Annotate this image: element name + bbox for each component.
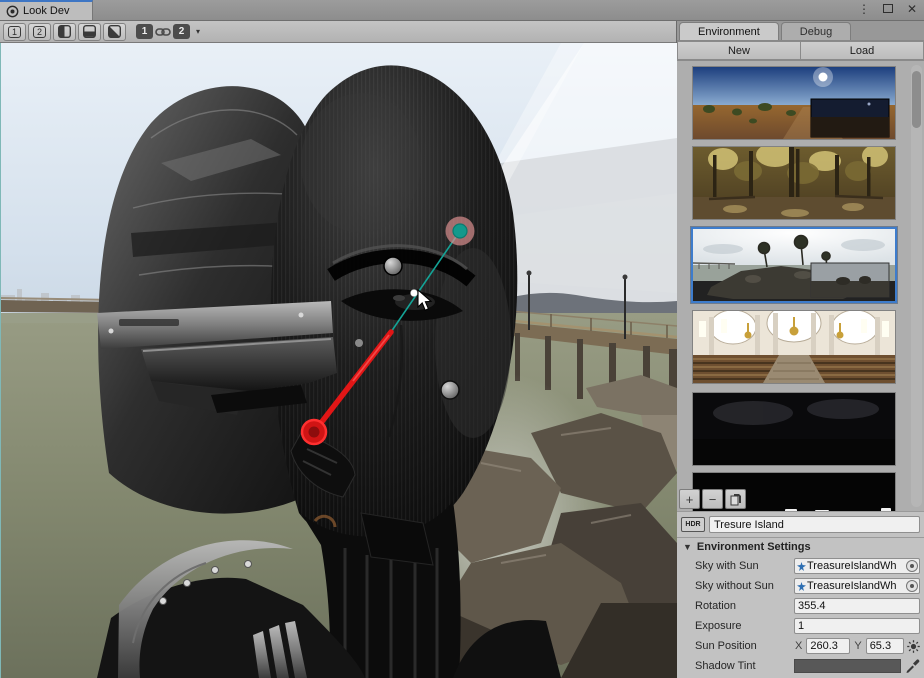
foldout-triangle-icon: ▼ [683,542,692,552]
new-button[interactable]: New [677,41,801,60]
lookdev-window-tab[interactable]: Look Dev [0,0,93,20]
split-horizontal-button[interactable] [78,23,101,41]
hdri-thumbnail-night[interactable] [693,393,895,465]
sky-with-sun-label: Sky with Sun [695,560,794,572]
gizmo-sun-handle[interactable] [446,217,475,246]
shadow-tint-label: Shadow Tint [695,660,794,672]
load-button[interactable]: Load [801,41,924,60]
window-maximize-icon[interactable] [880,2,896,16]
render-scene [1,43,677,678]
sun-icon [907,640,920,653]
window-close-icon[interactable]: ✕ [904,2,920,16]
camera-2-badge[interactable]: 2 [173,24,190,39]
sun-y-input[interactable] [866,638,904,654]
rotation-label: Rotation [695,600,794,612]
window-menu-icon[interactable]: ⋮ [856,2,872,16]
add-hdri-button[interactable]: + [679,489,700,509]
panel-tabstrip: Environment Debug [677,21,924,41]
shadow-tint-swatch[interactable] [794,659,901,673]
toolbar-more-dropdown[interactable]: ▾ [192,27,204,36]
split-horizontal-icon [83,25,96,38]
gizmo-shadow-handle[interactable] [302,420,326,444]
split-vertical-icon [58,25,71,38]
environment-name-input[interactable] [709,516,920,533]
sun-x-input[interactable] [806,638,850,654]
hdri-thumbnail-forest[interactable] [693,147,895,219]
lookdev-eye-icon [6,5,19,18]
split-vertical-button[interactable] [53,23,76,41]
duplicate-hdri-button[interactable] [725,489,746,509]
split-zone-icon [108,25,121,38]
sun-y-axis-label: Y [853,640,862,652]
hdri-library-list: + − [677,61,924,511]
tab-debug[interactable]: Debug [781,22,851,40]
environment-settings-section: ▼ Environment Settings Sky with Sun Trea… [677,537,924,678]
environment-panel: Environment Debug New Load [676,21,924,678]
remove-hdri-button[interactable]: − [702,489,723,509]
cubemap-asset-icon [797,562,806,571]
hdri-thumbnail-church-interior[interactable] [693,311,895,383]
sun-x-axis-label: X [794,640,803,652]
gizmo-mid-handle[interactable] [411,290,418,297]
single-view-2-button[interactable]: 2 [28,23,51,41]
object-picker-icon[interactable] [906,560,918,572]
sky-without-sun-label: Sky without Sun [695,580,794,592]
camera-1-badge[interactable]: 1 [136,24,153,39]
pick-sun-button[interactable] [907,638,920,655]
link-cameras-icon[interactable] [155,26,171,38]
exposure-label: Exposure [695,620,794,632]
lookdev-toolbar: 1 2 [0,21,676,43]
hdri-thumbnail-sunny-plain[interactable] [693,67,895,139]
duplicate-icon [730,493,742,506]
tab-environment[interactable]: Environment [679,22,779,40]
thumbnails-scrollbar[interactable] [911,65,922,507]
hdr-badge: HDR [681,517,705,532]
cubemap-asset-icon [797,582,806,591]
sky-without-sun-object-field[interactable]: TreasureIslandWh [794,578,920,594]
object-picker-icon[interactable] [906,580,918,592]
rotation-input[interactable] [794,598,920,614]
eyedropper-icon[interactable] [904,658,920,674]
sky-with-sun-object-field[interactable]: TreasureIslandWh [794,558,920,574]
window-titlebar: Look Dev ⋮ ✕ [0,0,924,21]
single-view-1-button[interactable]: 1 [3,23,26,41]
window-title: Look Dev [23,5,69,17]
sun-position-label: Sun Position [695,640,794,652]
environment-settings-header[interactable]: ▼ Environment Settings [677,537,924,556]
exposure-input[interactable] [794,618,920,634]
split-zone-button[interactable] [103,23,126,41]
lookdev-viewport[interactable] [0,43,676,678]
hdri-thumbnail-treasure-island[interactable] [693,229,895,301]
